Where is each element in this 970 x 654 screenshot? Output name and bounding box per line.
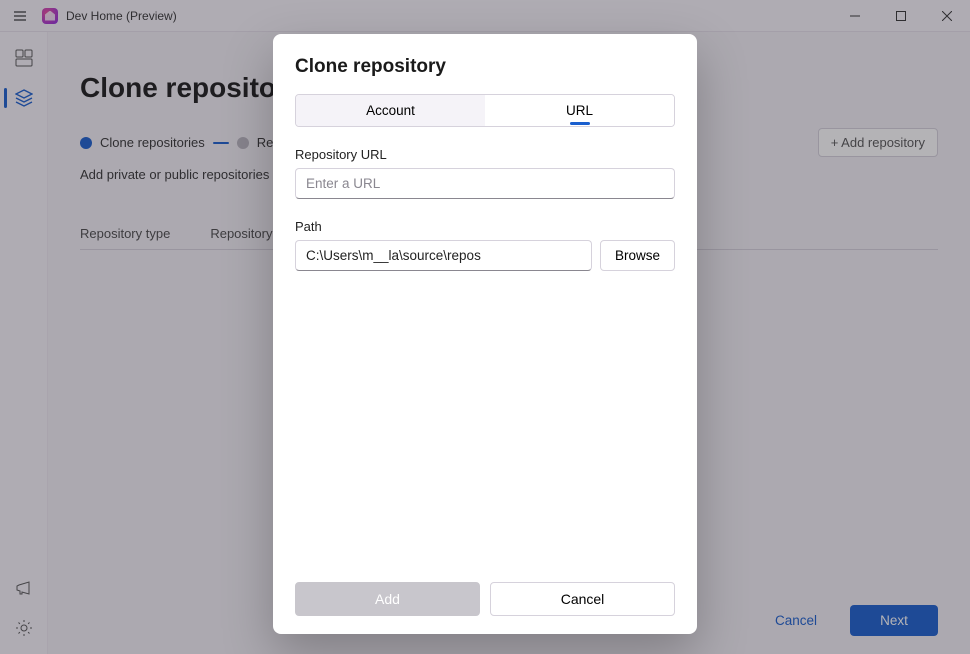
tab-account[interactable]: Account — [296, 95, 485, 126]
tab-segmented-control: Account URL — [295, 94, 675, 127]
modal-overlay: Clone repository Account URL Repository … — [0, 0, 970, 654]
repository-url-input[interactable] — [295, 168, 675, 199]
dialog-add-button[interactable]: Add — [295, 582, 480, 616]
path-input[interactable] — [295, 240, 592, 271]
dialog-title: Clone repository — [295, 56, 675, 78]
browse-button[interactable]: Browse — [600, 240, 675, 271]
clone-repository-dialog: Clone repository Account URL Repository … — [273, 34, 697, 634]
dialog-cancel-button[interactable]: Cancel — [490, 582, 675, 616]
path-label: Path — [295, 219, 675, 234]
url-label: Repository URL — [295, 147, 675, 162]
tab-url[interactable]: URL — [485, 95, 674, 126]
